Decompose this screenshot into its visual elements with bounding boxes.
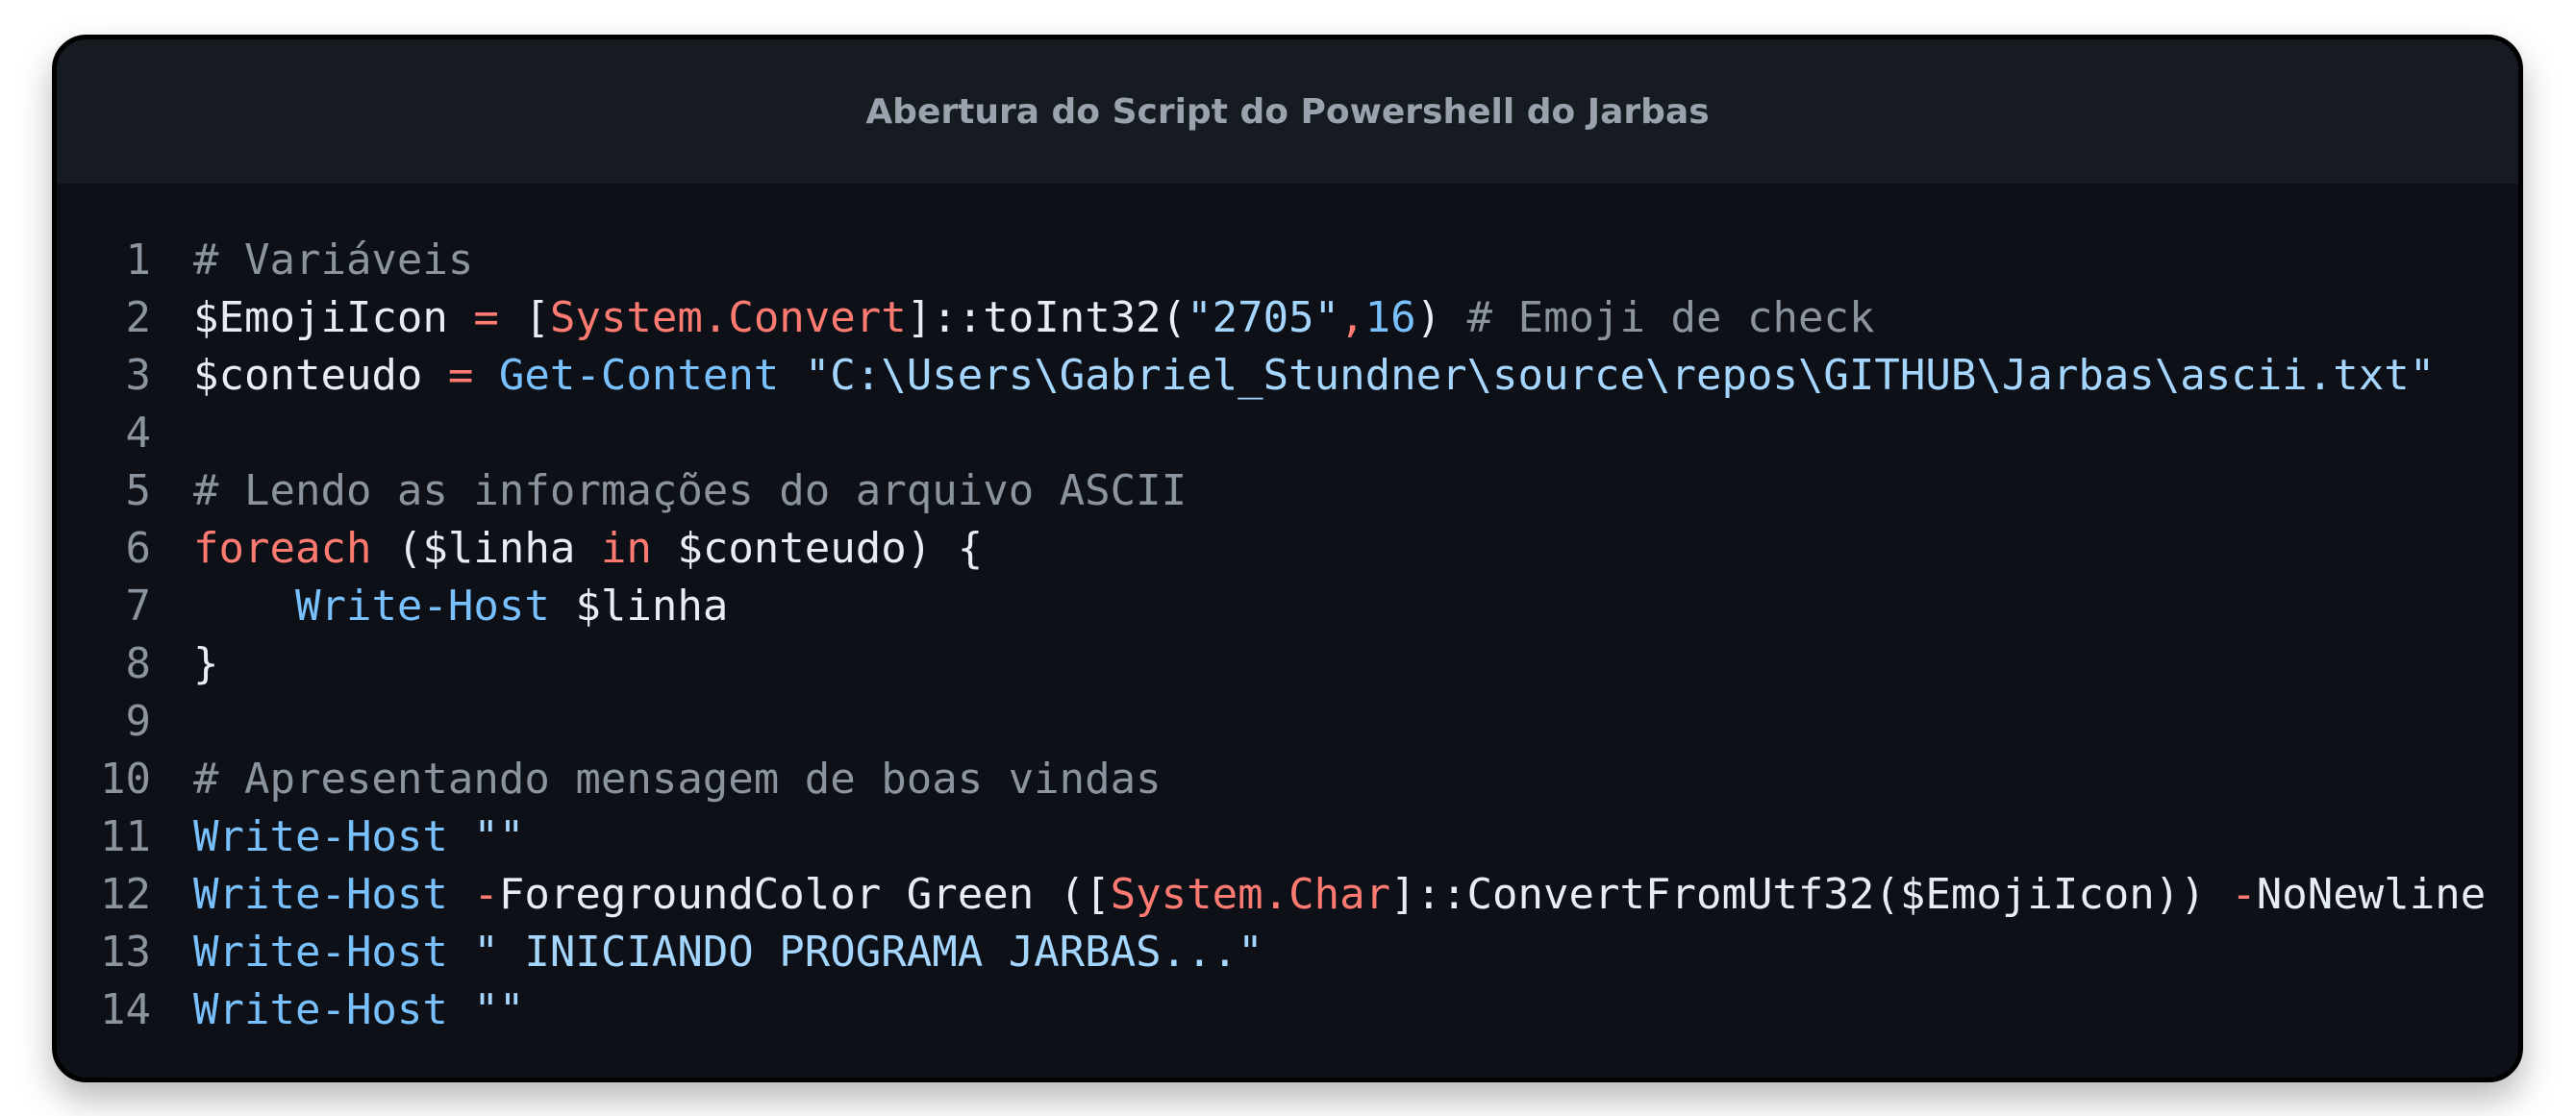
code-token: ]::toInt32( [906,293,1188,342]
code-line: 11 Write-Host "" [57,808,2486,866]
code-token: Write-Host [193,870,448,919]
code-token: Write-Host [193,812,448,861]
code-line: 2 $EmojiIcon = [System.Convert]::toInt32(… [57,289,2486,347]
line-number: 14 [100,985,151,1034]
code-token: 16 [1364,293,1416,342]
code-line: 6 foreach ($linha in $conteudo) { [57,520,2486,578]
code-token: ) [1415,293,1467,342]
code-line: 12 Write-Host -ForegroundColor Green ([Sy… [57,866,2486,924]
code-token: , [1339,293,1365,342]
code-token: $conteudo [193,351,448,400]
code-line: 5 # Lendo as informações do arquivo ASCII [57,462,2486,520]
line-number: 4 [125,409,152,458]
code-token: [ [498,293,550,342]
code-token: } [193,639,219,688]
line-number: 6 [125,524,152,573]
code-token: Write-Host [193,985,448,1034]
code-token: # Lendo as informações do arquivo ASCII [193,466,1188,515]
code-line: 1 # Variáveis [57,232,2486,289]
title-bar: Abertura do Script do Powershell do Jarb… [57,39,2518,184]
line-number: 13 [100,928,151,977]
code-line: 7 Write-Host $linha [57,578,2486,635]
code-token: ]::ConvertFromUtf32($EmojiIcon)) [1390,870,2232,919]
code-window: Abertura do Script do Powershell do Jarb… [52,35,2523,1082]
line-number: 12 [100,870,151,919]
line-number: 2 [125,293,152,342]
code-token: System.Char [1110,870,1391,919]
line-number: 7 [125,582,152,631]
line-number: 8 [125,639,152,688]
code-line: 13 Write-Host " INICIANDO PROGRAMA JARBAS… [57,924,2486,981]
code-token: - [473,870,499,919]
code-token: # Emoji de check [1466,293,1875,342]
code-token: in [600,524,652,573]
code-token: "" [473,985,525,1034]
code-token: " INICIANDO PROGRAMA JARBAS..." [473,928,1263,977]
code-line: 14 Write-Host "" [57,981,2486,1039]
line-number: 9 [125,697,152,746]
code-token: System.Convert [549,293,907,342]
code-token: "" [473,812,525,861]
code-token: $linha [549,582,729,631]
code-token: "2705" [1187,293,1340,342]
code-token: foreach [193,524,372,573]
code-line: 8} [57,635,2486,693]
line-number: 10 [100,755,151,804]
code-token: $EmojiIcon [193,293,474,342]
code-token: Write-Host [193,928,448,977]
code-line: 3 $conteudo = Get-Content "C:\Users\Gabri… [57,347,2486,405]
line-number: 5 [125,466,152,515]
code-token: - [2231,870,2257,919]
code-token: # Apresentando mensagem de boas vindas [193,755,1162,804]
code-line: 9 [57,693,2486,751]
code-token: Get-Content [498,351,780,400]
code-token: # Variáveis [193,236,474,285]
code-token: = [447,351,474,400]
code-token: ($linha [371,524,601,573]
code-token: NoNewline [2256,870,2487,919]
code-token: ForegroundColor Green ([ [498,870,1111,919]
code-token: $conteudo) { [651,524,984,573]
code-token: = [473,293,499,342]
line-number: 3 [125,351,152,400]
line-number: 11 [100,812,151,861]
code-block[interactable]: 1 # Variáveis 2 $EmojiIcon = [System.Conver… [57,232,2486,1039]
code-line: 10 # Apresentando mensagem de boas vindas [57,751,2486,808]
code-token: Write-Host [294,582,550,631]
code-token: "C:\Users\Gabriel_Stundner\source\repos\… [804,351,2436,400]
line-number: 1 [125,236,152,285]
window-title: Abertura do Script do Powershell do Jarb… [865,91,1710,132]
code-line: 4 [57,405,2486,462]
